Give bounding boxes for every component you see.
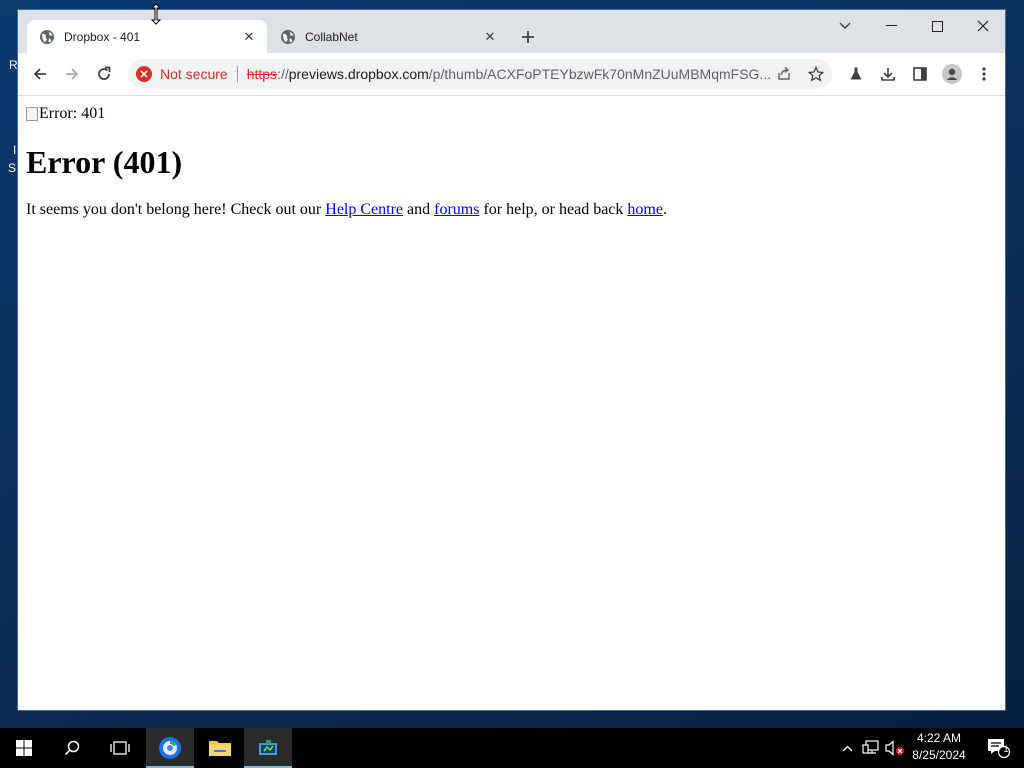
message-text: . xyxy=(662,201,667,218)
avatar-icon xyxy=(942,64,962,84)
tab-collabnet[interactable]: CollabNet ✕ xyxy=(268,20,508,53)
action-center-button[interactable]: 1 xyxy=(978,728,1018,768)
tab-title: CollabNet xyxy=(305,29,358,44)
taskbar-app[interactable] xyxy=(244,728,292,768)
globe-icon xyxy=(281,29,295,44)
url-host: previews.dropbox.com xyxy=(288,66,429,82)
new-tab-button[interactable] xyxy=(516,25,540,49)
task-view-icon xyxy=(110,741,130,755)
tab-strip: Dropbox - 401 ✕ CollabNet ✕ xyxy=(18,10,1005,53)
forward-button[interactable] xyxy=(58,60,86,88)
arrow-left-icon xyxy=(33,68,46,80)
minimize-icon xyxy=(885,25,897,26)
home-link[interactable]: home xyxy=(627,201,663,218)
globe-icon xyxy=(40,29,54,44)
resize-cursor-icon xyxy=(150,3,162,25)
message-text: It seems you don't belong here! Check ou… xyxy=(26,201,326,218)
chevron-down-icon xyxy=(839,22,851,29)
url-path: /p/thumb/ACXFoPTEYbzwFk70nMnZUuMBMqmFSG.… xyxy=(428,66,772,82)
message-text: for help, or head back xyxy=(479,201,628,218)
address-bar[interactable]: ✕ Not secure https :// previews.dropbox.… xyxy=(128,59,832,89)
reload-icon xyxy=(98,66,111,80)
search-button[interactable] xyxy=(48,728,96,768)
browser-window: Dropbox - 401 ✕ CollabNet ✕ ✕ Not secure… xyxy=(17,9,1006,711)
broken-image-icon xyxy=(26,107,38,121)
clock-time: 4:22 AM xyxy=(916,731,962,745)
arrow-right-icon xyxy=(66,68,79,80)
network-icon xyxy=(862,740,879,754)
more-vert-icon xyxy=(982,67,986,81)
tab-title: Dropbox - 401 xyxy=(64,29,141,44)
security-status[interactable]: Not secure xyxy=(160,66,228,82)
menu-button[interactable] xyxy=(970,60,998,88)
show-hidden-icons-button[interactable] xyxy=(838,728,856,768)
error-heading: Error (401) xyxy=(26,144,183,180)
system-clock[interactable]: 4:22 AM 8/25/2024 xyxy=(904,730,974,766)
notification-badge: 1 xyxy=(1003,744,1009,754)
app-window-icon xyxy=(259,740,277,755)
share-button[interactable] xyxy=(770,60,798,88)
maximize-button[interactable] xyxy=(914,10,960,42)
forums-link[interactable]: forums xyxy=(434,201,479,218)
page-content: Error: 401 Error (401) It seems you don'… xyxy=(18,96,1005,710)
network-status[interactable] xyxy=(860,728,882,768)
broken-image: Error: 401 xyxy=(26,105,105,123)
clock-date: 8/25/2024 xyxy=(912,748,966,762)
search-icon xyxy=(64,740,80,756)
message-text: and xyxy=(403,201,435,218)
close-window-button[interactable] xyxy=(960,10,1005,42)
volume-status[interactable] xyxy=(884,728,906,768)
close-icon xyxy=(977,20,989,32)
browser-toolbar: ✕ Not secure https :// previews.dropbox.… xyxy=(18,53,1005,96)
download-icon xyxy=(881,68,895,81)
reload-button[interactable] xyxy=(90,60,118,88)
url-separator: :// xyxy=(277,66,289,82)
plus-icon xyxy=(522,31,534,43)
speaker-muted-icon xyxy=(885,740,904,756)
windows-logo-icon xyxy=(16,740,32,756)
desktop-icon-label-fragment: I xyxy=(13,143,17,157)
taskbar-chrome[interactable] xyxy=(146,728,194,768)
labs-button[interactable] xyxy=(842,60,870,88)
help-centre-link[interactable]: Help Centre xyxy=(325,201,403,218)
back-button[interactable] xyxy=(26,60,54,88)
omnibox-divider xyxy=(236,66,238,82)
not-secure-icon: ✕ xyxy=(136,66,152,82)
url-scheme: https xyxy=(246,66,278,82)
folder-icon xyxy=(209,741,231,756)
desktop-icon-label-fragment: S xyxy=(8,161,17,175)
browser-app-icon xyxy=(159,737,181,759)
broken-image-alt-text: Error: 401 xyxy=(39,105,106,122)
maximize-icon xyxy=(931,20,943,32)
start-button[interactable] xyxy=(0,728,48,768)
minimize-button[interactable] xyxy=(868,10,914,42)
star-icon xyxy=(808,66,824,82)
task-view-button[interactable] xyxy=(96,728,144,768)
tab-dropbox-401[interactable]: Dropbox - 401 ✕ xyxy=(27,20,267,53)
error-message: It seems you don't belong here! Check ou… xyxy=(26,201,667,219)
side-panel-button[interactable] xyxy=(906,60,934,88)
taskbar-file-explorer[interactable] xyxy=(196,728,244,768)
close-tab-icon[interactable]: ✕ xyxy=(482,29,498,45)
flask-icon xyxy=(850,67,862,80)
profile-button[interactable] xyxy=(938,60,966,88)
tab-search-button[interactable] xyxy=(822,10,868,42)
bookmark-button[interactable] xyxy=(802,60,830,88)
taskbar: 4:22 AM 8/25/2024 1 xyxy=(0,728,1024,768)
downloads-button[interactable] xyxy=(874,60,902,88)
share-icon xyxy=(778,66,790,80)
close-tab-icon[interactable]: ✕ xyxy=(241,29,257,45)
chevron-up-icon xyxy=(842,745,852,751)
side-panel-icon xyxy=(913,67,927,81)
